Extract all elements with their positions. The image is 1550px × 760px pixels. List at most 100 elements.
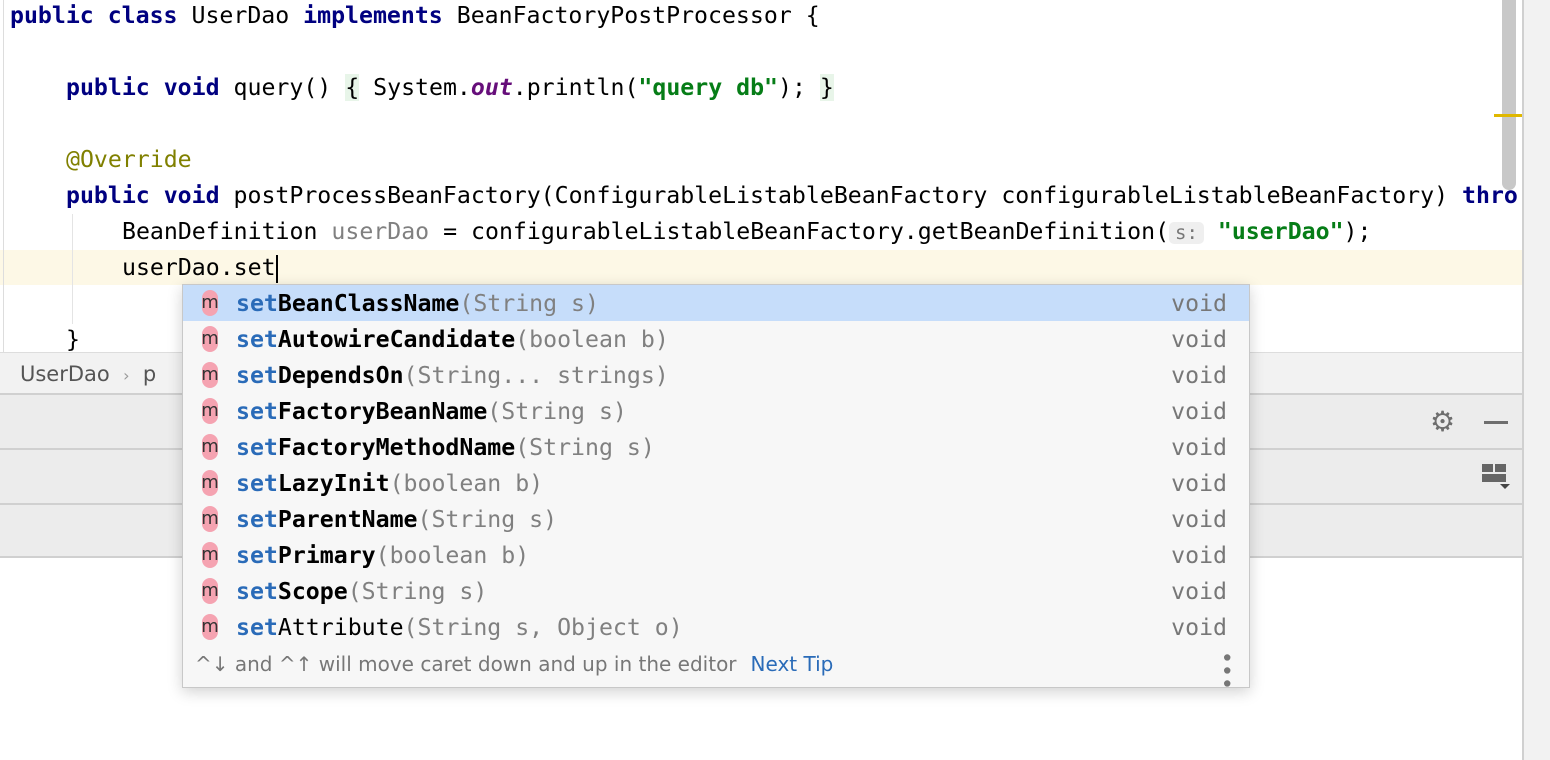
- return-type: void: [1171, 469, 1227, 497]
- method-name: LazyInit: [277, 469, 390, 497]
- minimize-icon[interactable]: [1484, 421, 1508, 424]
- completion-item[interactable]: m set Primary (boolean b) void: [183, 537, 1249, 573]
- method-icon: m: [196, 397, 224, 425]
- layout-icon[interactable]: [1482, 464, 1510, 489]
- completion-popup: m set BeanClassName (String s) void m set Autow…: [182, 284, 1250, 690]
- folded-brace[interactable]: {: [345, 74, 360, 101]
- breadcrumb-separator: ›: [123, 366, 130, 385]
- method-args: (String s): [459, 289, 599, 317]
- match-prefix: set: [236, 397, 278, 425]
- static-field: out: [470, 74, 513, 101]
- return-type: void: [1171, 361, 1227, 389]
- method-name: DependsOn: [277, 361, 404, 389]
- completion-tip: ^↓ and ^↑ will move caret down and up in…: [183, 645, 1249, 690]
- method-args: (boolean b): [389, 469, 544, 497]
- method-name: Scope: [277, 577, 348, 605]
- method-icon: m: [196, 289, 224, 317]
- method-name: Attribute: [277, 613, 404, 641]
- code-text: = configurableListableBeanFactory.getBea…: [429, 218, 1170, 245]
- string-literal: "query db": [638, 74, 779, 101]
- code-text: postProcessBeanFactory(ConfigurableLista…: [233, 182, 1463, 209]
- gutter: [3, 0, 4, 352]
- return-type: void: [1171, 433, 1227, 461]
- keyword: implements: [303, 2, 457, 29]
- closing-brace: }: [66, 326, 80, 352]
- method-icon: m: [196, 505, 224, 533]
- breadcrumb-item[interactable]: UserDao: [20, 362, 110, 386]
- completion-item[interactable]: m set LazyInit (boolean b) void: [183, 465, 1249, 501]
- code-text: );: [1343, 218, 1372, 245]
- parameter-hint: s:: [1169, 222, 1204, 244]
- code-text: );: [778, 74, 820, 101]
- completion-item[interactable]: m set FactoryMethodName (String s) void: [183, 429, 1249, 465]
- warning-marker[interactable]: [1494, 114, 1522, 117]
- completion-item[interactable]: m set DependsOn (String... strings) void: [183, 357, 1249, 393]
- method-args: (String s): [487, 397, 627, 425]
- method-args: (String s): [515, 433, 655, 461]
- code-text: .println(: [512, 74, 639, 101]
- method-args: (String s, Object o): [403, 613, 683, 641]
- method-args: (String... strings): [403, 361, 669, 389]
- match-prefix: set: [236, 577, 278, 605]
- return-type: void: [1171, 541, 1227, 569]
- gear-icon[interactable]: ⚙: [1430, 405, 1455, 438]
- return-type: void: [1171, 397, 1227, 425]
- code-line-current[interactable]: userDao.set: [122, 250, 278, 286]
- method-args: (boolean b): [375, 541, 530, 569]
- completion-item[interactable]: m set FactoryBeanName (String s) void: [183, 393, 1249, 429]
- code-line-beandef: BeanDefinition userDao = configurableLis…: [122, 214, 1371, 250]
- string-literal: "userDao": [1217, 218, 1344, 245]
- method-name: FactoryBeanName: [277, 397, 488, 425]
- folded-brace[interactable]: }: [819, 74, 834, 101]
- completion-item[interactable]: m set Attribute (String s, Object o) void: [183, 609, 1249, 645]
- code-text: BeanDefinition: [122, 218, 332, 245]
- class-name: UserDao: [191, 2, 304, 29]
- code-text: BeanFactoryPostProcessor {: [456, 2, 820, 29]
- completion-item[interactable]: m set BeanClassName (String s) void: [183, 285, 1249, 321]
- completion-item[interactable]: m set Scope (String s) void: [183, 573, 1249, 609]
- next-tip-link[interactable]: Next Tip: [751, 652, 834, 676]
- tip-text: ^↓ and ^↑ will move caret down and up in…: [195, 652, 737, 676]
- completion-item[interactable]: m set ParentName (String s) void: [183, 501, 1249, 537]
- code-text: userDao.set: [122, 254, 276, 281]
- method-icon: m: [196, 469, 224, 497]
- completion-item[interactable]: m set AutowireCandidate (boolean b) void: [183, 321, 1249, 357]
- return-type: void: [1171, 325, 1227, 353]
- code-line-1: public class UserDao implements BeanFact…: [10, 0, 820, 34]
- variable: userDao: [331, 218, 430, 245]
- return-type: void: [1171, 577, 1227, 605]
- method-name: AutowireCandidate: [277, 325, 516, 353]
- match-prefix: set: [236, 325, 278, 353]
- keyword: public void: [66, 74, 234, 101]
- more-options-icon[interactable]: •••: [1213, 651, 1238, 690]
- method-args: (String s): [347, 577, 488, 605]
- method-args: (String s): [417, 505, 558, 533]
- code-text: query(): [233, 74, 346, 101]
- match-prefix: set: [236, 613, 278, 641]
- right-tool-strip: [1522, 0, 1550, 760]
- return-type: void: [1171, 505, 1227, 533]
- method-name: BeanClassName: [277, 289, 460, 317]
- code-text: System.: [359, 74, 471, 101]
- indent-guide: [72, 214, 73, 324]
- method-icon: m: [196, 541, 224, 569]
- method-name: Primary: [277, 541, 376, 569]
- code-line-method: public void postProcessBeanFactory(Confi…: [66, 178, 1518, 214]
- keyword: public class: [10, 2, 192, 29]
- annotation: @Override: [66, 146, 192, 173]
- breadcrumb-item[interactable]: p: [143, 362, 156, 386]
- match-prefix: set: [236, 505, 278, 533]
- match-prefix: set: [236, 469, 278, 497]
- return-type: void: [1171, 613, 1227, 641]
- method-icon: m: [196, 433, 224, 461]
- method-icon: m: [196, 361, 224, 389]
- vertical-scrollbar[interactable]: [1502, 0, 1516, 190]
- code-line-query: public void query() { System.out.println…: [66, 70, 834, 106]
- method-args: (boolean b): [515, 325, 669, 353]
- return-type: void: [1171, 289, 1227, 317]
- match-prefix: set: [236, 289, 278, 317]
- method-name: FactoryMethodName: [277, 433, 516, 461]
- method-icon: m: [196, 577, 224, 605]
- match-prefix: set: [236, 361, 278, 389]
- method-name: ParentName: [277, 505, 418, 533]
